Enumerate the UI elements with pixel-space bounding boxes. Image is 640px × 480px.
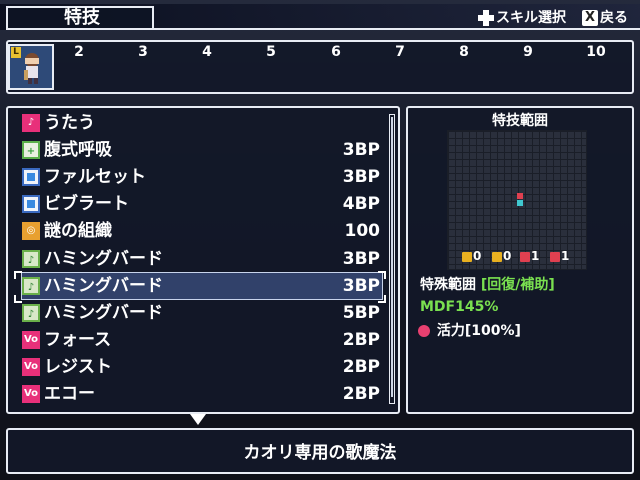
skill-name: レジスト	[44, 357, 112, 377]
skill-row[interactable]: Vo エコー 2BP	[22, 381, 382, 407]
skill-name: ファルセット	[44, 167, 146, 187]
skill-row[interactable]: ♪ ハミングバード 3BP	[22, 246, 382, 272]
skill-cost: 3BP	[342, 140, 380, 160]
skill-cost: 100	[344, 221, 381, 241]
party-slot-1[interactable]: L	[8, 44, 54, 90]
skill-name: ビブラート	[44, 194, 129, 214]
range-cell-user	[517, 200, 523, 206]
attack-down-icon	[520, 251, 530, 262]
back-hint[interactable]: X 戻る	[582, 8, 628, 28]
skill-row[interactable]: Vo レジスト 2BP	[22, 354, 382, 380]
special-range-heal: 回復	[487, 277, 516, 293]
skill-select-label: スキル選択	[496, 10, 566, 26]
skill-name: ハミングバード	[44, 303, 163, 323]
skill-cost: 3BP	[342, 276, 380, 296]
party-slot-7[interactable]: 7	[390, 44, 410, 60]
party-slot-8[interactable]: 8	[454, 44, 474, 60]
vo-icon: Vo	[22, 358, 40, 376]
music-note-icon: ♪	[22, 114, 40, 132]
range-stat: 1	[550, 246, 574, 266]
skill-cost: 4BP	[342, 194, 380, 214]
range-stat-value: 1	[531, 249, 540, 263]
music-plus-icon: ♪	[22, 277, 40, 295]
dpad-icon	[478, 10, 494, 26]
skill-name: フォース	[44, 330, 112, 350]
scroll-down-arrow-icon[interactable]	[190, 414, 206, 425]
range-title: 特技範囲	[492, 113, 548, 129]
selection-cursor-corner	[14, 271, 22, 279]
skill-name: ハミングバード	[44, 276, 163, 296]
party-slot-4[interactable]: 4	[197, 44, 217, 60]
special-range-label: 特殊範囲	[420, 277, 476, 293]
range-stat-value: 0	[503, 249, 512, 263]
skill-cost: 3BP	[342, 249, 380, 269]
skill-name: 腹式呼吸	[44, 140, 112, 160]
vo-icon: Vo	[22, 385, 40, 403]
page-title-text: 特技	[64, 7, 100, 28]
skill-row[interactable]: ♪ ハミングバード 5BP	[22, 300, 382, 326]
title-underline	[154, 28, 640, 30]
range-stat: 1	[520, 246, 544, 266]
skill-list-scrollbar[interactable]	[389, 114, 395, 404]
selection-cursor-corner	[378, 271, 386, 279]
range-stat: 0	[492, 246, 516, 266]
skill-description: カオリ専用の歌魔法	[243, 443, 397, 463]
vitality-value: 活力[100%]	[436, 323, 521, 339]
skill-cost: 2BP	[342, 384, 380, 404]
skill-row[interactable]: + 腹式呼吸 3BP	[22, 137, 382, 163]
skill-select-hint[interactable]: スキル選択	[478, 8, 566, 28]
skill-row[interactable]: ♪ ハミングバード 3BP	[21, 272, 383, 300]
skill-cost: 3BP	[342, 167, 380, 187]
skill-cost: 2BP	[342, 357, 380, 377]
range-stat-value: 0	[473, 249, 482, 263]
skill-row[interactable]: ◎ 謎の組織 100	[22, 218, 382, 244]
skill-row[interactable]: ビブラート 4BP	[22, 191, 382, 217]
party-slot-3[interactable]: 3	[133, 44, 153, 60]
scrollbar-thumb[interactable]	[391, 117, 393, 397]
leader-badge: L	[11, 47, 21, 58]
skill-name: 謎の組織	[44, 221, 112, 241]
skill-name: エコー	[44, 384, 95, 404]
blue-square-icon	[22, 168, 40, 186]
special-range-support: 補助	[520, 277, 549, 293]
x-button-icon: X	[582, 10, 598, 26]
defense-down-icon	[550, 251, 560, 262]
range-stat-value: 1	[561, 249, 570, 263]
special-range-value: [回復/補助]	[481, 277, 555, 293]
skill-row[interactable]: ファルセット 3BP	[22, 164, 382, 190]
skill-menu-screen: 特技 スキル選択 X 戻る L 2 3 4 5 6 7 8 9 10 ♪ うたう + 腹式呼吸 3BP フ…	[0, 0, 640, 480]
party-slot-9[interactable]: 9	[518, 44, 538, 60]
special-range-close: ]	[548, 277, 555, 293]
skill-name: うたう	[44, 113, 95, 133]
mdf-value: MDF145%	[420, 299, 499, 315]
party-slot-5[interactable]: 5	[261, 44, 281, 60]
selection-cursor-corner	[378, 295, 386, 303]
range-cell-target	[517, 193, 523, 199]
vo-icon: Vo	[22, 331, 40, 349]
skill-row[interactable]: Vo フォース 2BP	[22, 327, 382, 353]
attack-up-icon	[462, 251, 472, 262]
skill-cost: 5BP	[342, 303, 380, 323]
blue-square-icon	[22, 195, 40, 213]
gold-pattern-icon: ◎	[22, 222, 40, 240]
skill-row[interactable]: ♪ うたう	[22, 110, 382, 136]
potion-icon	[418, 325, 430, 337]
page-title: 特技	[6, 6, 154, 30]
vitality-line: 活力[100%]	[418, 322, 521, 340]
description-panel: カオリ専用の歌魔法	[6, 428, 634, 474]
party-slot-6[interactable]: 6	[326, 44, 346, 60]
skill-name: ハミングバード	[44, 249, 163, 269]
selection-cursor-corner	[14, 295, 22, 303]
plus-icon: +	[22, 141, 40, 159]
music-plus2-icon: ♪	[22, 304, 40, 322]
skill-cost: 2BP	[342, 330, 380, 350]
special-range-line: 特殊範囲 [回復/補助]	[420, 276, 555, 294]
music-note-icon: ♪	[22, 250, 40, 268]
party-bar	[6, 40, 634, 94]
back-label: 戻る	[600, 10, 628, 26]
party-slot-2[interactable]: 2	[69, 44, 89, 60]
defense-up-icon	[492, 251, 502, 262]
range-stat: 0	[462, 246, 486, 266]
party-slot-10[interactable]: 10	[586, 44, 606, 60]
